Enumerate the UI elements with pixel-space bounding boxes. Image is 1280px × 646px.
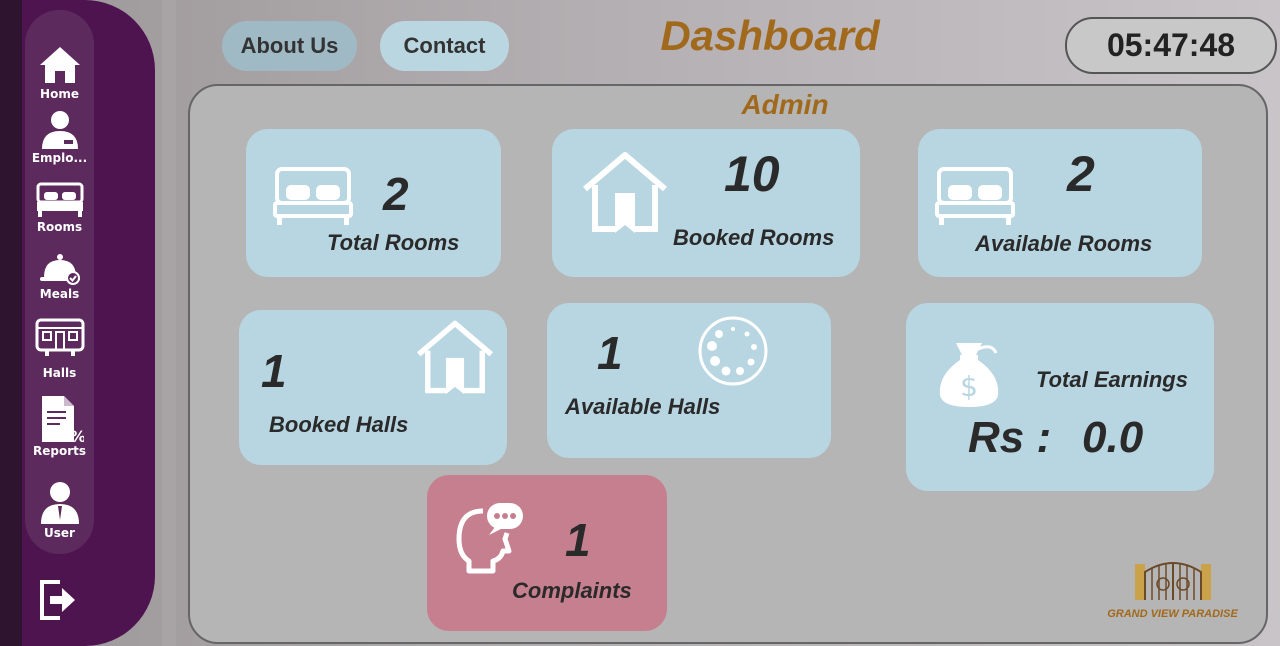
available-rooms-value: 2 — [1067, 146, 1095, 202]
sidebar-item-user[interactable]: User — [25, 480, 94, 540]
money-bag-icon: $ — [939, 343, 999, 407]
home-icon — [39, 47, 80, 83]
available-rooms-label: Available Rooms — [975, 231, 1153, 256]
booked-halls-value: 1 — [261, 345, 287, 397]
bed-icon — [36, 182, 83, 217]
total-earnings-value: 0.0 — [1082, 413, 1144, 462]
complaint-head-icon — [456, 503, 523, 574]
report-icon: % — [41, 396, 84, 444]
sidebar-item-halls[interactable]: Halls — [25, 314, 94, 380]
bed-icon — [935, 167, 1015, 225]
clock-display: 05:47:48 — [1065, 17, 1277, 74]
total-rooms-label: Total Rooms — [327, 230, 460, 255]
sidebar-item-label: Rooms — [36, 220, 83, 234]
available-halls-label: Available Halls — [565, 394, 721, 419]
total-rooms-value: 2 — [383, 168, 409, 220]
sidebar-edge — [0, 0, 22, 646]
brand-logo: GRAND VIEW PARADISE — [1105, 556, 1240, 620]
booked-halls-card[interactable]: 1 Booked Halls — [239, 310, 507, 465]
page-title: Dashboard — [660, 12, 880, 59]
sidebar-item-label: Reports — [32, 444, 86, 458]
available-halls-card[interactable]: 1 Available Halls — [547, 303, 831, 458]
complaints-value: 1 — [565, 514, 591, 566]
earnings-currency: Rs : — [968, 413, 1052, 462]
sidebar-item-employees[interactable]: Emplo... — [25, 107, 94, 165]
house-icon — [583, 152, 667, 233]
about-us-button[interactable]: About Us — [222, 21, 357, 71]
logout-icon — [40, 580, 75, 620]
employee-icon — [41, 111, 78, 149]
booked-rooms-value: 10 — [724, 146, 780, 202]
booked-halls-label: Booked Halls — [269, 412, 409, 437]
user-icon — [40, 482, 79, 524]
sidebar-item-label: Emplo... — [31, 151, 88, 165]
contact-button[interactable]: Contact — [380, 21, 509, 71]
sidebar-item-label: User — [44, 526, 75, 540]
total-rooms-card[interactable]: 2 Total Rooms — [246, 129, 501, 277]
total-earnings-card[interactable]: $ Total Earnings Rs : 0.0 — [906, 303, 1214, 491]
sidebar-item-reports[interactable]: % Reports — [25, 394, 94, 458]
sidebar-item-label: Meals — [39, 287, 80, 301]
sidebar-item-home[interactable]: Home — [25, 43, 94, 101]
svg-text:$: $ — [960, 370, 978, 403]
user-role-label: Admin — [741, 89, 829, 120]
sidebar-item-rooms[interactable]: Rooms — [25, 180, 94, 234]
total-earnings-label: Total Earnings — [1036, 367, 1188, 392]
logout-button[interactable] — [38, 578, 78, 622]
complaints-label: Complaints — [512, 578, 632, 603]
booked-rooms-card[interactable]: 10 Booked Rooms — [552, 129, 860, 277]
available-rooms-card[interactable]: 2 Available Rooms — [918, 129, 1202, 277]
complaints-card[interactable]: 1 Complaints — [427, 475, 667, 631]
content-divider — [162, 0, 176, 646]
brand-name: GRAND VIEW PARADISE — [1107, 608, 1238, 620]
sidebar-item-label: Home — [40, 87, 79, 101]
available-halls-value: 1 — [597, 327, 623, 379]
bed-icon — [273, 167, 353, 225]
gate-logo-icon — [1134, 562, 1211, 600]
loading-circle-icon — [698, 316, 768, 386]
meal-cloche-icon — [39, 254, 80, 285]
sidebar-item-meals[interactable]: Meals — [25, 251, 94, 301]
sidebar-item-label: Halls — [42, 366, 77, 380]
hall-icon — [35, 318, 84, 356]
house-icon — [416, 320, 494, 395]
svg-text:%: % — [70, 427, 84, 444]
booked-rooms-label: Booked Rooms — [673, 225, 835, 250]
